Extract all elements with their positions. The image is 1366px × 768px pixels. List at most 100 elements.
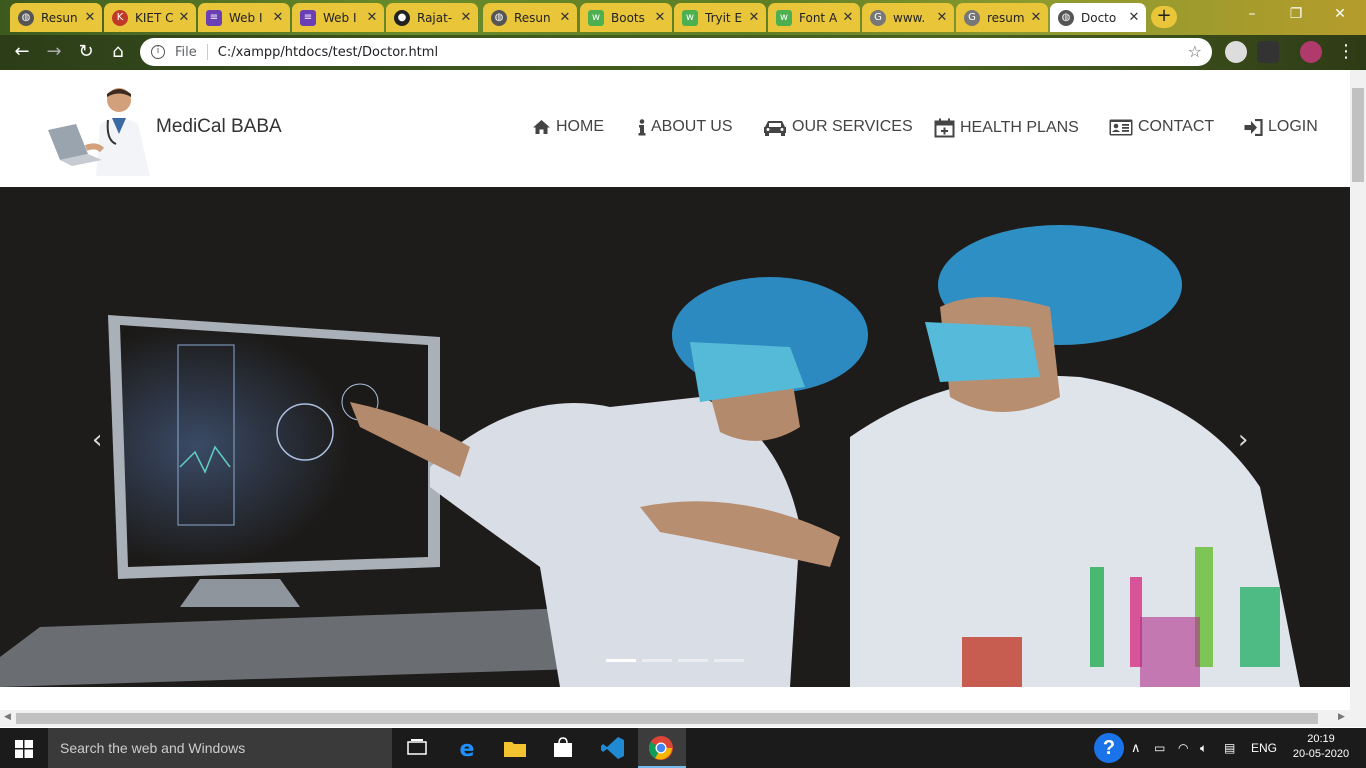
volume-icon[interactable]: 🔈︎ bbox=[1200, 728, 1207, 768]
w3-icon: w bbox=[776, 9, 792, 26]
close-tab-icon[interactable]: ✕ bbox=[1030, 10, 1042, 25]
vertical-scrollbar[interactable] bbox=[1350, 70, 1366, 727]
hero-carousel: ‹ › bbox=[0, 187, 1350, 687]
svg-text:e: e bbox=[460, 737, 475, 762]
minimize-icon[interactable]: – bbox=[1232, 6, 1272, 22]
language-indicator[interactable]: ENG bbox=[1251, 728, 1277, 768]
list-icon: ≡ bbox=[206, 9, 222, 26]
carousel-indicator[interactable] bbox=[714, 659, 744, 662]
action-center-icon[interactable]: ▤ bbox=[1224, 728, 1235, 768]
close-tab-icon[interactable]: ✕ bbox=[748, 10, 760, 25]
forward-icon[interactable]: → bbox=[42, 40, 66, 64]
avatar[interactable] bbox=[1300, 41, 1322, 63]
close-tab-icon[interactable]: ✕ bbox=[654, 10, 666, 25]
nav-about-label: ABOUT US bbox=[651, 118, 733, 135]
carousel-indicator[interactable] bbox=[642, 659, 672, 662]
tray-chevron-icon[interactable]: ∧ bbox=[1131, 728, 1141, 768]
address-bar[interactable]: i File C:/xampp/htdocs/test/Doctor.html … bbox=[140, 38, 1212, 66]
browser-tab[interactable]: ● Rajat- ✕ bbox=[386, 3, 478, 32]
github-icon: ● bbox=[394, 9, 410, 26]
info-icon[interactable]: i bbox=[151, 45, 165, 59]
camera-extension-icon[interactable] bbox=[1225, 41, 1247, 63]
globe-icon: ◍ bbox=[491, 9, 507, 26]
extension-icon[interactable] bbox=[1257, 41, 1279, 63]
wifi-icon[interactable]: ◠ bbox=[1178, 728, 1188, 768]
sign-in-icon bbox=[1244, 118, 1263, 136]
restore-icon[interactable]: ❐ bbox=[1276, 6, 1316, 22]
close-tab-icon[interactable]: ✕ bbox=[842, 10, 854, 25]
calendar-plus-icon bbox=[934, 118, 955, 138]
close-tab-icon[interactable]: ✕ bbox=[1128, 10, 1140, 25]
system-clock[interactable]: 20:19 20-05-2020 bbox=[1290, 732, 1352, 762]
home-browser-icon[interactable]: ⌂ bbox=[106, 40, 130, 64]
clock-time: 20:19 bbox=[1307, 733, 1335, 745]
clock-date: 20-05-2020 bbox=[1292, 748, 1350, 760]
w3-icon: w bbox=[682, 9, 698, 26]
windows-taskbar: Search the web and Windows e ? ∧ ▭ ◠ 🔈︎ … bbox=[0, 728, 1366, 768]
browser-tab[interactable]: G resum ✕ bbox=[956, 3, 1048, 32]
list-icon: ≡ bbox=[300, 9, 316, 26]
task-view-icon[interactable] bbox=[402, 733, 432, 763]
nav-contact[interactable]: CONTACT bbox=[1109, 118, 1214, 136]
close-window-icon[interactable]: ✕ bbox=[1320, 6, 1360, 22]
nav-login[interactable]: LOGIN bbox=[1244, 118, 1318, 136]
browser-tab[interactable]: w Tryit E ✕ bbox=[674, 3, 766, 32]
info-icon bbox=[638, 118, 646, 135]
browser-tab[interactable]: ◍ Resun ✕ bbox=[10, 3, 102, 32]
doctor-logo bbox=[46, 84, 152, 176]
brand-name[interactable]: MediCal BABA bbox=[156, 116, 282, 138]
scrollbar-thumb[interactable] bbox=[16, 713, 1318, 724]
nav-contact-label: CONTACT bbox=[1138, 118, 1215, 135]
browser-tab[interactable]: ≡ Web I ✕ bbox=[198, 3, 290, 32]
nav-health-plans[interactable]: HEALTH PLANS bbox=[934, 118, 1079, 138]
browser-tab[interactable]: G www. ✕ bbox=[862, 3, 954, 32]
scroll-right-icon[interactable]: ▶ bbox=[1338, 712, 1345, 722]
horizontal-scrollbar[interactable]: ◀ ▶ bbox=[0, 710, 1350, 727]
url-text[interactable]: C:/xampp/htdocs/test/Doctor.html bbox=[218, 45, 438, 60]
browser-tab[interactable]: ◍ Resun ✕ bbox=[483, 3, 577, 32]
browser-tab[interactable]: ≡ Web I ✕ bbox=[292, 3, 384, 32]
help-icon[interactable]: ? bbox=[1094, 733, 1124, 763]
carousel-indicator[interactable] bbox=[678, 659, 708, 662]
nav-login-label: LOGIN bbox=[1268, 118, 1318, 135]
browser-tab[interactable]: w Boots ✕ bbox=[580, 3, 672, 32]
close-tab-icon[interactable]: ✕ bbox=[559, 10, 571, 25]
carousel-next-icon[interactable]: › bbox=[1238, 425, 1248, 455]
nav-our-services[interactable]: OUR SERVICES bbox=[763, 118, 913, 136]
divider bbox=[206, 44, 208, 60]
battery-icon[interactable]: ▭ bbox=[1154, 728, 1165, 768]
store-icon[interactable] bbox=[548, 733, 578, 763]
id-card-icon bbox=[1109, 119, 1133, 135]
nav-about-us[interactable]: ABOUT US bbox=[638, 118, 733, 136]
scrollbar-thumb[interactable] bbox=[1352, 88, 1364, 182]
carousel-indicator[interactable] bbox=[606, 659, 636, 662]
close-tab-icon[interactable]: ✕ bbox=[366, 10, 378, 25]
scheme-label: File bbox=[175, 44, 197, 60]
file-explorer-icon[interactable] bbox=[500, 733, 530, 763]
vscode-icon[interactable] bbox=[598, 733, 628, 763]
browser-tab[interactable]: w Font A ✕ bbox=[768, 3, 860, 32]
new-tab-button[interactable]: + bbox=[1151, 6, 1177, 28]
taskbar-chrome-active[interactable] bbox=[638, 728, 686, 768]
reload-icon[interactable]: ↻ bbox=[74, 40, 98, 64]
w3-icon: w bbox=[588, 9, 604, 26]
carousel-prev-icon[interactable]: ‹ bbox=[92, 425, 102, 455]
menu-icon[interactable]: ⋮ bbox=[1334, 40, 1358, 64]
windows-start-icon[interactable] bbox=[15, 740, 33, 758]
browser-tab[interactable]: K KIET C ✕ bbox=[104, 3, 196, 32]
browser-tab-active[interactable]: ◍ Docto ✕ bbox=[1050, 3, 1146, 32]
bookmark-star-icon[interactable]: ☆ bbox=[1188, 42, 1202, 61]
globe-icon: ◍ bbox=[18, 9, 34, 26]
back-icon[interactable]: ← bbox=[10, 40, 34, 64]
close-tab-icon[interactable]: ✕ bbox=[272, 10, 284, 25]
close-tab-icon[interactable]: ✕ bbox=[178, 10, 190, 25]
hero-slide-image bbox=[0, 187, 1350, 687]
home-icon bbox=[533, 120, 550, 134]
close-tab-icon[interactable]: ✕ bbox=[84, 10, 96, 25]
nav-home[interactable]: HOME bbox=[532, 118, 604, 136]
scroll-left-icon[interactable]: ◀ bbox=[4, 712, 11, 722]
close-tab-icon[interactable]: ✕ bbox=[460, 10, 472, 25]
taskbar-search[interactable]: Search the web and Windows bbox=[48, 728, 392, 768]
edge-icon[interactable]: e bbox=[452, 733, 482, 763]
close-tab-icon[interactable]: ✕ bbox=[936, 10, 948, 25]
